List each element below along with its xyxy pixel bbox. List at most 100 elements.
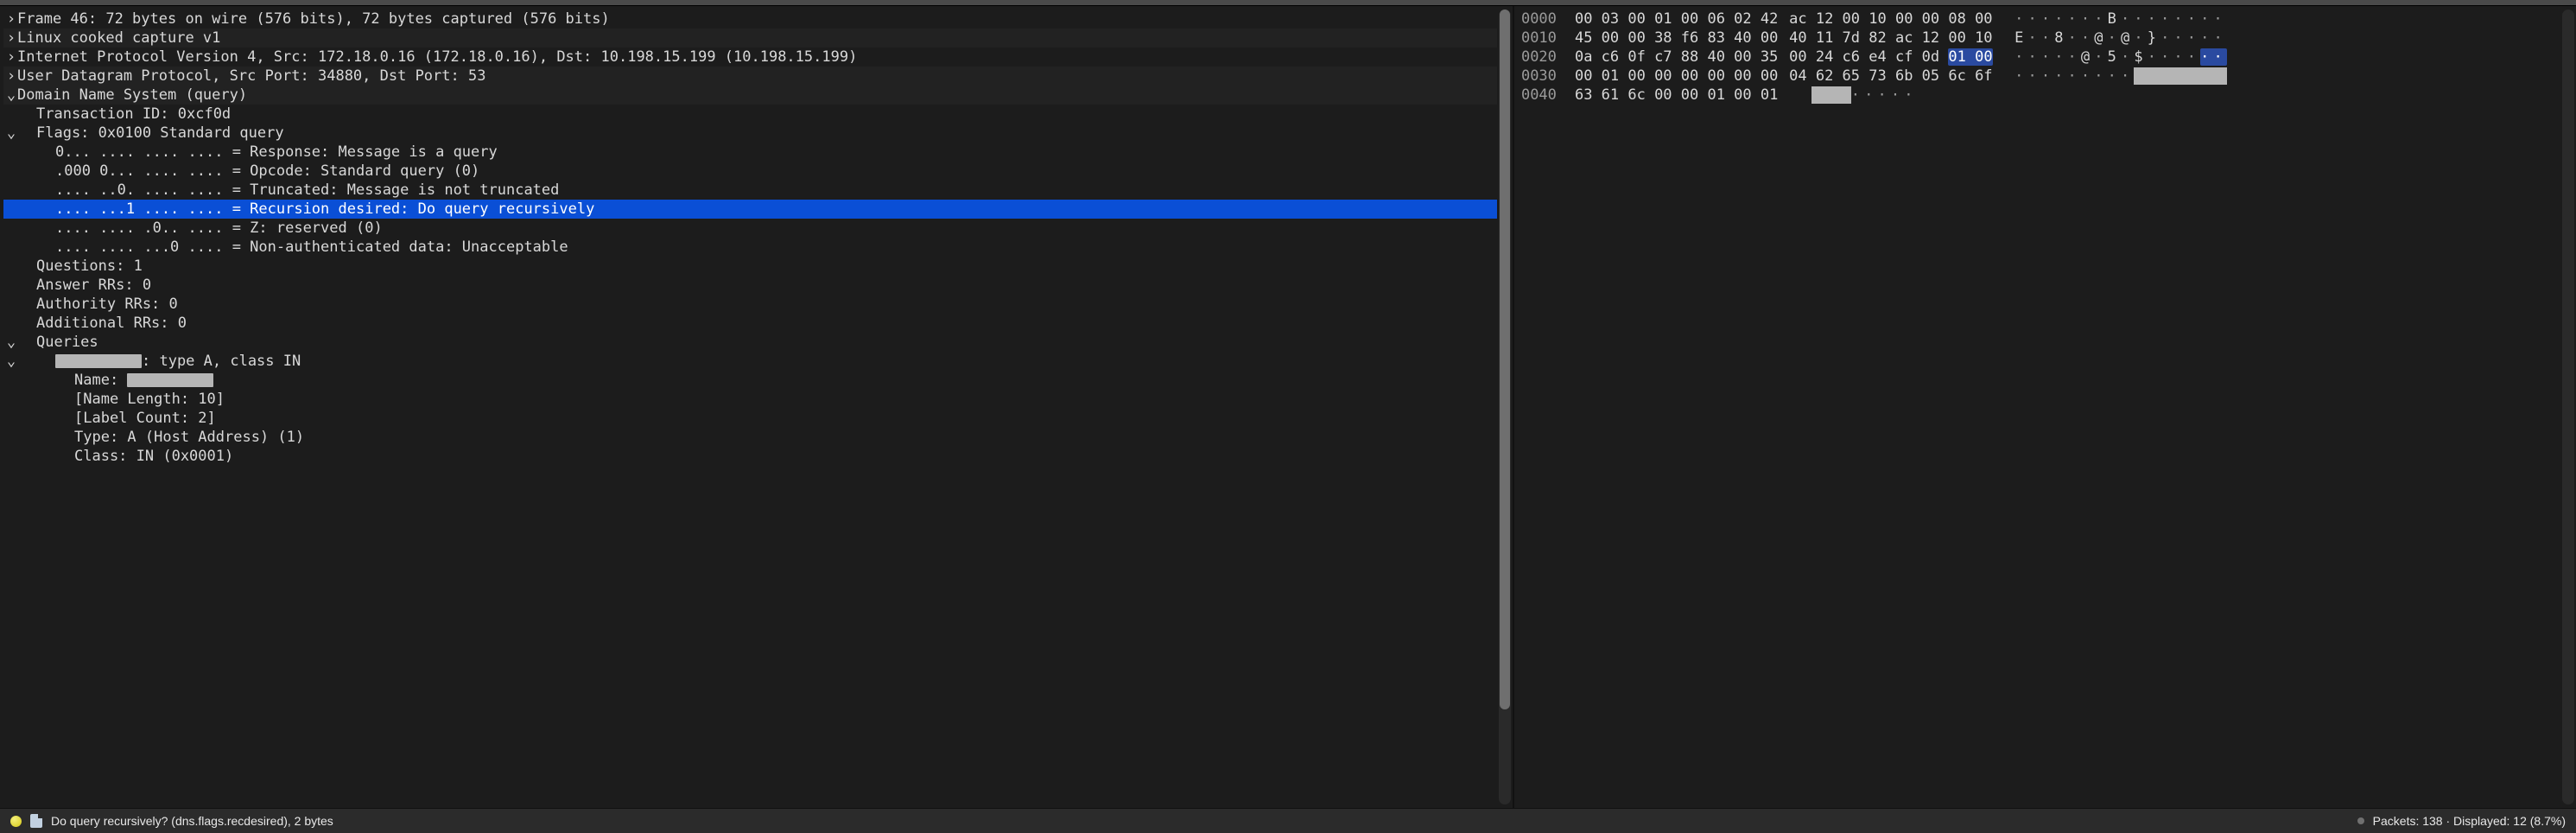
tree-row-text: Authority RRs: 0	[36, 296, 178, 313]
hex-row[interactable]: 004063 61 6c 00 00 01 00 01 ·····	[1521, 86, 2554, 105]
hex-row[interactable]: 00200a c6 0f c7 88 40 00 3500 24 c6 e4 c…	[1521, 48, 2554, 67]
expanded-icon[interactable]: ⌄	[5, 124, 17, 143]
tree-row-text: .... ...1 .... .... = Recursion desired:…	[55, 200, 594, 218]
no-icon	[5, 428, 17, 447]
tree-scrollbar[interactable]	[1499, 10, 1511, 804]
tree-flag-truncated[interactable]: .... ..0. .... .... = Truncated: Message…	[3, 181, 1497, 200]
tree-frame[interactable]: ›Frame 46: 72 bytes on wire (576 bits), …	[3, 10, 1497, 29]
collapsed-icon[interactable]: ›	[5, 48, 17, 67]
tree-row-text: [Name Length: 10]	[74, 391, 225, 408]
tree-dns-queries[interactable]: ⌄ Queries	[3, 333, 1497, 352]
expanded-icon[interactable]: ⌄	[5, 86, 17, 105]
tree-row-text: Internet Protocol Version 4, Src: 172.18…	[17, 48, 857, 66]
tree-flag-response[interactable]: 0... .... .... .... = Response: Message …	[3, 143, 1497, 162]
hex-row[interactable]: 000000 03 00 01 00 06 02 42ac 12 00 10 0…	[1521, 10, 2554, 29]
expert-info-icon[interactable]	[10, 816, 22, 827]
tree-flag-opcode[interactable]: .000 0... .... .... = Opcode: Standard q…	[3, 162, 1497, 181]
tree-query-name-len[interactable]: [Name Length: 10]	[3, 390, 1497, 409]
tree-query-class[interactable]: Class: IN (0x0001)	[3, 447, 1497, 466]
tree-ip[interactable]: ›Internet Protocol Version 4, Src: 172.1…	[3, 48, 1497, 67]
expanded-icon[interactable]: ⌄	[5, 333, 17, 352]
tree-row-text: .... .... ...0 .... = Non-authenticated …	[55, 238, 568, 256]
tree-row-text: Flags: 0x0100 Standard query	[36, 124, 284, 142]
hex-ascii[interactable]: ·········	[2014, 67, 2227, 86]
tree-row-text: Answer RRs: 0	[36, 277, 151, 294]
no-icon	[5, 371, 17, 390]
tree-row-text: Class: IN (0x0001)	[74, 448, 233, 465]
no-icon	[5, 257, 17, 276]
hex-ascii[interactable]: E··8··@·@·}·····	[2014, 29, 2227, 48]
capture-file-icon[interactable]	[30, 814, 42, 828]
tree-query-0[interactable]: ⌄ : type A, class IN	[3, 352, 1497, 371]
statusbar-field-info: Do query recursively? (dns.flags.recdesi…	[51, 814, 333, 828]
tree-row-text: Additional RRs: 0	[36, 315, 187, 332]
hex-offset: 0020	[1521, 48, 1575, 67]
tree-row-text: Frame 46: 72 bytes on wire (576 bits), 7…	[17, 10, 610, 28]
tree-query-type[interactable]: Type: A (Host Address) (1)	[3, 428, 1497, 447]
no-icon	[5, 219, 17, 238]
statusbar-packet-counts: Packets: 138 · Displayed: 12 (8.7%)	[2373, 814, 2566, 828]
hex-bytes[interactable]: 45 00 00 38 f6 83 40 0040 11 7d 82 ac 12…	[1575, 29, 1993, 48]
tree-dns-flags[interactable]: ⌄ Flags: 0x0100 Standard query	[3, 124, 1497, 143]
hex-offset: 0040	[1521, 86, 1575, 105]
tree-row-text: 0... .... .... .... = Response: Message …	[55, 143, 498, 161]
hex-panel: 000000 03 00 01 00 06 02 42ac 12 00 10 0…	[1513, 6, 2576, 808]
packet-details-tree[interactable]: ›Frame 46: 72 bytes on wire (576 bits), …	[0, 6, 1497, 808]
collapsed-icon[interactable]: ›	[5, 29, 17, 48]
no-icon	[5, 447, 17, 466]
tree-row-text: Questions: 1	[36, 258, 143, 275]
tree-row-text: Domain Name System (query)	[17, 86, 247, 104]
tree-dns-additional[interactable]: Additional RRs: 0	[3, 314, 1497, 333]
window-titlebar[interactable]	[0, 0, 2576, 6]
tree-row-text: Queries	[36, 334, 98, 351]
tree-dns-txid[interactable]: Transaction ID: 0xcf0d	[3, 105, 1497, 124]
tree-dns-answers[interactable]: Answer RRs: 0	[3, 276, 1497, 295]
tree-row-text: Linux cooked capture v1	[17, 29, 220, 47]
no-icon	[5, 409, 17, 428]
collapsed-icon[interactable]: ›	[5, 67, 17, 86]
tree-query-name[interactable]: Name:	[3, 371, 1497, 390]
tree-row-text: .000 0... .... .... = Opcode: Standard q…	[55, 162, 479, 180]
app-window: ›Frame 46: 72 bytes on wire (576 bits), …	[0, 0, 2576, 833]
tree-dns-questions[interactable]: Questions: 1	[3, 257, 1497, 276]
expanded-icon[interactable]: ⌄	[5, 352, 17, 371]
no-icon	[5, 181, 17, 200]
tree-flag-z[interactable]: .... .... .0.. .... = Z: reserved (0)	[3, 219, 1497, 238]
redacted-text	[55, 354, 142, 367]
hex-offset: 0030	[1521, 67, 1575, 86]
hex-view[interactable]: 000000 03 00 01 00 06 02 42ac 12 00 10 0…	[1514, 6, 2560, 808]
hex-bytes[interactable]: 00 01 00 00 00 00 00 0004 62 65 73 6b 05…	[1575, 67, 1993, 86]
tree-udp[interactable]: ›User Datagram Protocol, Src Port: 34880…	[3, 67, 1497, 86]
tree-row-text: User Datagram Protocol, Src Port: 34880,…	[17, 67, 485, 85]
no-icon	[5, 276, 17, 295]
tree-linux-cooked[interactable]: ›Linux cooked capture v1	[3, 29, 1497, 48]
hex-bytes[interactable]: 0a c6 0f c7 88 40 00 3500 24 c6 e4 cf 0d…	[1575, 48, 1993, 67]
no-icon	[5, 390, 17, 409]
hex-row[interactable]: 003000 01 00 00 00 00 00 0004 62 65 73 6…	[1521, 67, 2554, 86]
no-icon	[5, 314, 17, 333]
no-icon	[5, 295, 17, 314]
tree-dns[interactable]: ⌄Domain Name System (query)	[3, 86, 1497, 105]
tree-query-label-count[interactable]: [Label Count: 2]	[3, 409, 1497, 428]
hex-bytes[interactable]: 63 61 6c 00 00 01 00 01	[1575, 86, 1789, 105]
tree-flag-recursion[interactable]: .... ...1 .... .... = Recursion desired:…	[3, 200, 1497, 219]
hex-offset: 0010	[1521, 29, 1575, 48]
hex-ascii[interactable]: ·····@·5·$······	[2014, 48, 2227, 67]
hex-row[interactable]: 001045 00 00 38 f6 83 40 0040 11 7d 82 a…	[1521, 29, 2554, 48]
hex-scrollbar[interactable]	[2562, 10, 2574, 804]
hex-bytes[interactable]: 00 03 00 01 00 06 02 42ac 12 00 10 00 00…	[1575, 10, 1993, 29]
hex-selected-bytes: 01 00	[1948, 48, 1992, 66]
hex-offset: 0000	[1521, 10, 1575, 29]
tree-row-text: Type: A (Host Address) (1)	[74, 429, 304, 446]
hex-ascii[interactable]: ·······B········	[2014, 10, 2227, 29]
tree-row-text: [Label Count: 2]	[74, 410, 216, 427]
tree-flag-ad[interactable]: .... .... ...0 .... = Non-authenticated …	[3, 238, 1497, 257]
no-icon	[5, 105, 17, 124]
tree-dns-authority[interactable]: Authority RRs: 0	[3, 295, 1497, 314]
tree-scrollbar-thumb[interactable]	[1500, 10, 1510, 709]
hex-ascii[interactable]: ·····	[1811, 86, 1918, 105]
no-icon	[5, 238, 17, 257]
collapsed-icon[interactable]: ›	[5, 10, 17, 29]
main-split: ›Frame 46: 72 bytes on wire (576 bits), …	[0, 6, 2576, 808]
profile-indicator-icon[interactable]	[2357, 817, 2364, 824]
